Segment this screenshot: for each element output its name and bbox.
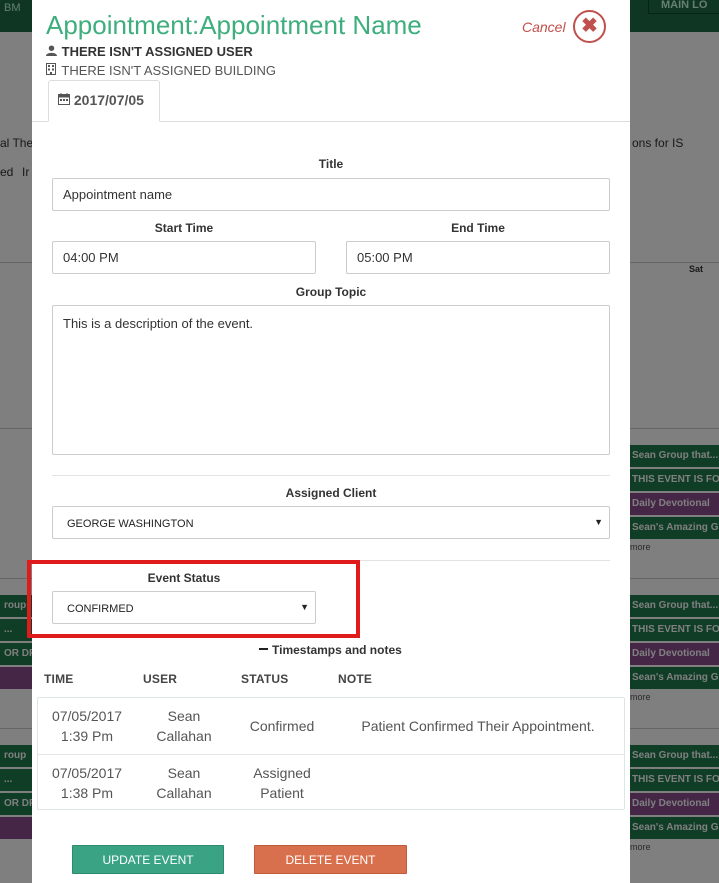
row-user: Sean Callahan	[138, 706, 230, 746]
start-time-input[interactable]	[52, 241, 316, 274]
close-icon[interactable]: ✖	[573, 10, 606, 43]
row-date: 07/05/2017	[51, 765, 123, 781]
divider	[52, 475, 610, 476]
title-label: Title	[318, 157, 344, 171]
minus-icon	[259, 647, 268, 650]
row-status: Confirmed	[234, 716, 330, 736]
timestamps-toggle-label: Timestamps and notes	[272, 643, 402, 657]
row-note: Patient Confirmed Their Appointment.	[361, 718, 595, 734]
row-time: 07/05/2017 1:38 Pm	[38, 763, 136, 803]
update-event-button[interactable]: UPDATE EVENT	[72, 845, 224, 874]
row-clock: 1:39 Pm	[60, 728, 114, 744]
assigned-building: THERE ISN'T ASSIGNED BUILDING	[46, 63, 276, 78]
appointment-modal: Appointment:Appointment Name Cancel ✖ TH…	[27, 0, 630, 883]
tab-cover	[49, 120, 159, 123]
cancel-link[interactable]: Cancel	[522, 19, 566, 35]
assigned-building-text: THERE ISN'T ASSIGNED BUILDING	[61, 63, 277, 78]
row-status-text: Confirmed	[249, 718, 315, 734]
assigned-user: THERE ISN'T ASSIGNED USER	[46, 44, 253, 59]
column-header-status: STATUS	[241, 672, 289, 686]
row-user-first: Sean	[167, 765, 201, 781]
event-status-highlight	[27, 560, 360, 638]
calendar-icon	[58, 93, 70, 108]
row-user: Sean Callahan	[138, 763, 230, 803]
caret-down-icon: ▼	[594, 517, 603, 527]
row-time: 07/05/2017 1:39 Pm	[38, 706, 136, 746]
column-header-note: NOTE	[338, 672, 373, 686]
end-time-input[interactable]	[346, 241, 610, 274]
end-time-label: End Time	[451, 221, 505, 235]
row-status-text: Assigned	[253, 765, 311, 781]
row-user-first: Sean	[167, 708, 201, 724]
assigned-client-value: GEORGE WASHINGTON	[67, 518, 194, 530]
timestamps-table: 07/05/2017 1:39 Pm Sean Callahan Confirm…	[37, 697, 625, 810]
assigned-user-text: THERE ISN'T ASSIGNED USER	[61, 44, 253, 59]
user-icon	[46, 45, 58, 59]
row-date: 07/05/2017	[51, 708, 123, 724]
row-status-text-2: Patient	[260, 785, 304, 801]
column-header-user: USER	[143, 672, 178, 686]
row-user-last: Callahan	[156, 728, 212, 744]
table-row: 07/05/2017 1:38 Pm Sean Callahan Assigne…	[38, 754, 624, 810]
start-time-label: Start Time	[154, 221, 214, 235]
column-header-time: TIME	[44, 672, 74, 686]
assigned-client-label: Assigned Client	[285, 486, 377, 500]
delete-event-button[interactable]: DELETE EVENT	[254, 845, 407, 874]
assigned-client-select[interactable]: GEORGE WASHINGTON ▼	[52, 506, 610, 539]
timestamps-toggle[interactable]: Timestamps and notes	[259, 643, 402, 657]
tab-date[interactable]: 2017/07/05	[48, 80, 160, 122]
title-input[interactable]	[52, 178, 610, 211]
group-topic-textarea[interactable]: This is a description of the event.	[52, 305, 610, 455]
tab-date-label: 2017/07/05	[73, 92, 144, 108]
row-status: Assigned Patient	[234, 763, 330, 803]
group-topic-label: Group Topic	[295, 285, 367, 299]
row-user-last: Callahan	[156, 785, 212, 801]
modal-title: Appointment:Appointment Name	[46, 10, 422, 40]
table-row: 07/05/2017 1:39 Pm Sean Callahan Confirm…	[38, 698, 624, 754]
row-clock: 1:38 Pm	[60, 785, 114, 801]
building-icon	[46, 63, 58, 78]
